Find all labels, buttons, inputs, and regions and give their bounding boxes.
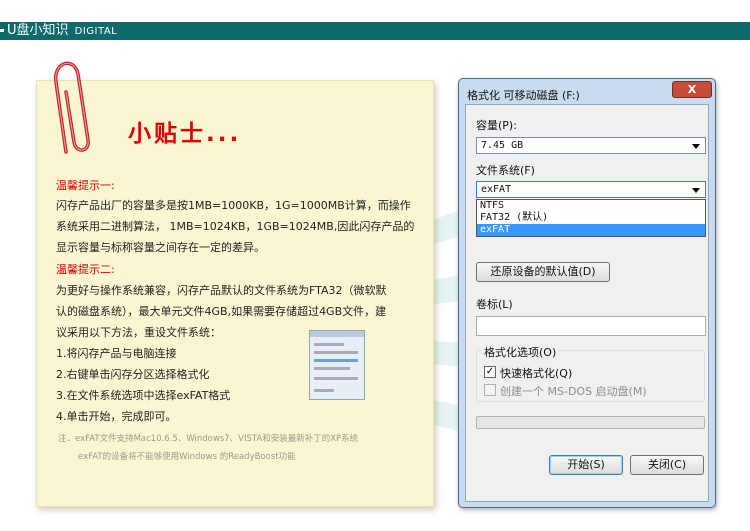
chevron-down-icon bbox=[692, 188, 700, 193]
restore-defaults-button[interactable]: 还原设备的默认值(D) bbox=[476, 262, 610, 282]
close-button[interactable]: 关闭(C) bbox=[630, 455, 704, 475]
volume-label-input[interactable] bbox=[476, 316, 706, 336]
section-banner: U盘小知识 DIGITAL bbox=[0, 22, 750, 40]
note-title: 小贴士... bbox=[128, 121, 242, 147]
window-close-button[interactable]: X bbox=[672, 81, 712, 98]
tip1-line: 闪存产品出厂的容量多是按1MB=1000KB，1G=1000MB计算，而操作 bbox=[56, 199, 411, 212]
filesystem-value: exFAT bbox=[481, 184, 512, 195]
footnote: exFAT的设备将不能够使用Windows 的ReadyBoost功能 bbox=[78, 452, 296, 462]
volume-label: 卷标(L) bbox=[476, 298, 513, 311]
page: U盘小知识 DIGITAL 小贴士... 温馨提示一: 闪存产品出厂的容量多是按… bbox=[0, 0, 750, 531]
quick-format-checkbox[interactable]: ✓ bbox=[484, 366, 496, 378]
thumbnail-titlebar bbox=[310, 331, 364, 337]
footnote: 注．exFAT文件支持Mac10.6.5、Windows7、VISTA和安装最新… bbox=[58, 434, 359, 444]
format-progress-bar bbox=[476, 416, 705, 429]
filesystem-dropdown-list: NTFS FAT32 (默认) exFAT bbox=[476, 199, 706, 237]
banner-title-text: U盘小知识 bbox=[7, 23, 69, 38]
thumbnail-line bbox=[314, 343, 344, 346]
format-options-label: 格式化选项(O) bbox=[482, 344, 559, 360]
thumbnail-line bbox=[314, 351, 358, 354]
tip1-heading: 温馨提示一: bbox=[56, 179, 115, 192]
tip2-heading: 温馨提示二: bbox=[56, 263, 115, 276]
tip1-line: 系统采用二进制算法， 1MB=1024KB，1GB=1024MB,因此闪存产品的 bbox=[56, 220, 415, 233]
capacity-select[interactable]: 7.45 GB bbox=[476, 137, 706, 154]
format-dialog-thumbnail bbox=[309, 330, 365, 400]
msdos-startup-label: 创建一个 MS-DOS 启动盘(M) bbox=[500, 385, 647, 398]
filesystem-label: 文件系统(F) bbox=[476, 164, 535, 177]
msdos-startup-checkbox[interactable] bbox=[484, 384, 496, 396]
quick-format-label: 快速格式化(Q) bbox=[500, 367, 573, 380]
start-button[interactable]: 开始(S) bbox=[549, 455, 623, 475]
chevron-down-icon bbox=[692, 144, 700, 149]
filesystem-option-ntfs[interactable]: NTFS bbox=[477, 200, 705, 212]
filesystem-option-exfat[interactable]: exFAT bbox=[477, 224, 705, 236]
tip2-line: 认的磁盘系统），最大单元文件4GB,如果需要存储超过4GB文件，建 bbox=[56, 305, 387, 318]
banner-title: U盘小知识 DIGITAL bbox=[7, 22, 117, 40]
step-item: 1.将闪存产品与电脑连接 bbox=[56, 347, 177, 360]
thumbnail-line bbox=[314, 359, 358, 362]
banner-marker bbox=[0, 29, 4, 32]
banner-subtitle: DIGITAL bbox=[74, 26, 118, 37]
tip2-line: 为更好与操作系统兼容，闪存产品默认的文件系统为FTA32（微软默 bbox=[56, 284, 387, 297]
step-item: 3.在文件系统选项中选择exFAT格式 bbox=[56, 389, 231, 402]
dialog-title: 格式化 可移动磁盘 (F:) bbox=[467, 89, 580, 102]
thumbnail-line bbox=[314, 389, 334, 392]
step-item: 4.单击开始，完成即可。 bbox=[56, 410, 177, 423]
paperclip-icon bbox=[54, 61, 90, 154]
tip1-line: 显示容量与标称容量之间存在一定的差异。 bbox=[56, 241, 265, 254]
filesystem-select[interactable]: exFAT bbox=[476, 181, 706, 198]
capacity-label: 容量(P): bbox=[476, 119, 517, 132]
step-item: 2.右键单击闪存分区选择格式化 bbox=[56, 368, 210, 381]
thumbnail-line bbox=[314, 367, 350, 370]
capacity-value: 7.45 GB bbox=[481, 140, 524, 151]
thumbnail-line bbox=[314, 377, 358, 380]
filesystem-option-fat32[interactable]: FAT32 (默认) bbox=[477, 212, 705, 224]
tip2-line: 议采用以下方法，重设文件系统： bbox=[56, 326, 221, 339]
